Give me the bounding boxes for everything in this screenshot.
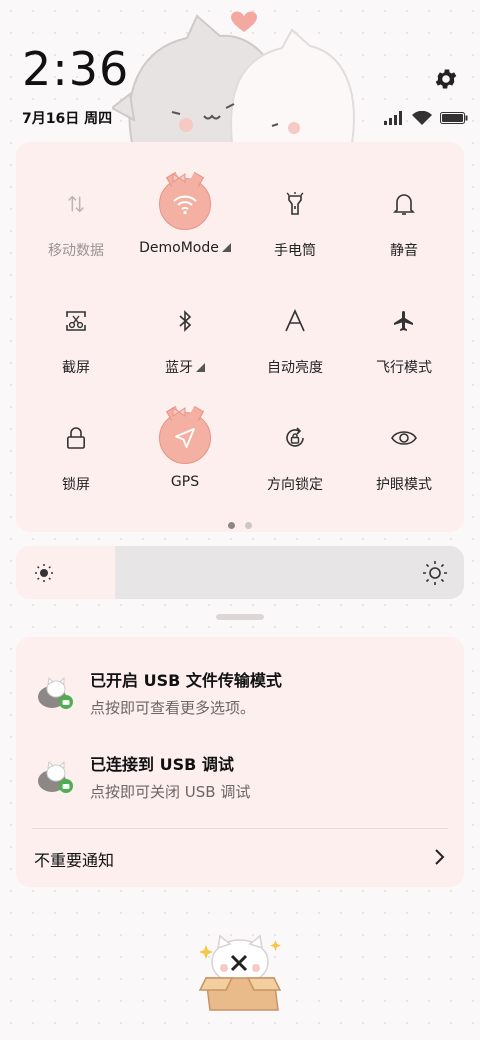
signal-icon bbox=[384, 111, 402, 125]
tile-mobile-data[interactable]: 移动数据 bbox=[21, 178, 131, 260]
mobile-data-icon bbox=[68, 195, 84, 213]
brightness-low-icon bbox=[35, 564, 53, 582]
notification-panel: 已开启 USB 文件传输模式 点按即可查看更多选项。 已连接到 USB 调试 点… bbox=[16, 637, 464, 887]
tile-airplane[interactable]: 飞行模式 bbox=[349, 295, 459, 377]
unimportant-label: 不重要通知 bbox=[34, 851, 115, 870]
clear-all-button-cat-box[interactable] bbox=[196, 934, 286, 1014]
bow-decoration bbox=[172, 407, 186, 417]
tile-screenshot[interactable]: 截屏 bbox=[21, 295, 131, 377]
drag-handle[interactable] bbox=[216, 614, 264, 620]
tile-label-row: 蓝牙 bbox=[130, 357, 240, 377]
eye-icon bbox=[391, 431, 417, 445]
tile-bluetooth[interactable]: 蓝牙 bbox=[130, 295, 240, 377]
date[interactable]: 7月16日 周四 bbox=[22, 108, 112, 128]
screenshot-icon bbox=[66, 311, 86, 331]
battery-icon bbox=[440, 112, 468, 124]
page-dot bbox=[245, 522, 252, 529]
bell-icon bbox=[393, 194, 415, 215]
tile-label: 锁屏 bbox=[62, 477, 90, 493]
android-cat-icon bbox=[38, 676, 73, 709]
android-cat-icon bbox=[38, 760, 73, 793]
tile-label: 自动亮度 bbox=[267, 360, 323, 376]
wifi-icon bbox=[412, 111, 432, 125]
notification-item[interactable]: 已开启 USB 文件传输模式 点按即可查看更多选项。 bbox=[16, 667, 464, 727]
bluetooth-icon bbox=[179, 310, 192, 332]
page-dot-active bbox=[228, 522, 235, 529]
flashlight-icon bbox=[286, 192, 304, 215]
brightness-fill bbox=[16, 546, 115, 599]
location-arrow-icon bbox=[175, 428, 195, 448]
tile-label: 静音 bbox=[390, 243, 418, 259]
tile-silent[interactable]: 静音 bbox=[349, 178, 459, 260]
cat-illustration bbox=[112, 14, 355, 144]
tile-label: 蓝牙 bbox=[165, 360, 193, 376]
tile-label: 方向锁定 bbox=[267, 477, 323, 493]
brightness-high-icon bbox=[423, 561, 447, 585]
expand-caret-icon[interactable] bbox=[221, 243, 231, 252]
bow-decoration bbox=[172, 173, 186, 183]
quick-settings-panel: 移动数据 DemoMode 手电筒 静音 截屏 蓝牙 自动亮度 飞行模式 锁屏 … bbox=[16, 142, 464, 532]
tile-flashlight[interactable]: 手电筒 bbox=[240, 178, 350, 260]
tile-label: 护眼模式 bbox=[376, 477, 432, 493]
rotation-lock-icon bbox=[286, 427, 304, 447]
tile-auto-brightness[interactable]: 自动亮度 bbox=[240, 295, 350, 377]
clock[interactable]: 2:36 bbox=[22, 46, 129, 92]
page-indicator[interactable] bbox=[16, 522, 464, 529]
brightness-slider[interactable] bbox=[16, 546, 464, 599]
auto-brightness-icon bbox=[285, 309, 305, 332]
gear-icon[interactable] bbox=[433, 66, 459, 92]
chevron-right-icon bbox=[435, 849, 445, 865]
tile-gps[interactable]: GPS bbox=[130, 407, 240, 490]
tile-demomode[interactable]: DemoMode bbox=[130, 173, 240, 256]
wifi-icon bbox=[173, 195, 197, 215]
notification-title: 已连接到 USB 调试 bbox=[90, 755, 234, 774]
tile-rotation-lock[interactable]: 方向锁定 bbox=[240, 412, 350, 494]
unimportant-notifications-row[interactable]: 不重要通知 bbox=[16, 829, 464, 885]
notification-item[interactable]: 已连接到 USB 调试 点按即可关闭 USB 调试 bbox=[16, 751, 464, 811]
status-icons bbox=[384, 110, 468, 126]
notification-subtitle: 点按即可查看更多选项。 bbox=[90, 699, 256, 717]
notification-subtitle: 点按即可关闭 USB 调试 bbox=[90, 783, 251, 801]
tile-label: 移动数据 bbox=[48, 243, 104, 259]
airplane-icon bbox=[394, 311, 413, 331]
tile-label-row: DemoMode bbox=[130, 240, 240, 256]
notification-title: 已开启 USB 文件传输模式 bbox=[90, 671, 282, 690]
expand-caret-icon[interactable] bbox=[196, 363, 205, 372]
tile-label: 截屏 bbox=[62, 360, 90, 376]
tile-lock-screen[interactable]: 锁屏 bbox=[21, 412, 131, 494]
tile-label: 飞行模式 bbox=[376, 360, 432, 376]
tile-label: DemoMode bbox=[139, 240, 219, 256]
lock-icon bbox=[66, 427, 85, 449]
tile-eye-care[interactable]: 护眼模式 bbox=[349, 412, 459, 494]
tile-label: GPS bbox=[170, 474, 200, 490]
tile-label: 手电筒 bbox=[274, 243, 316, 259]
